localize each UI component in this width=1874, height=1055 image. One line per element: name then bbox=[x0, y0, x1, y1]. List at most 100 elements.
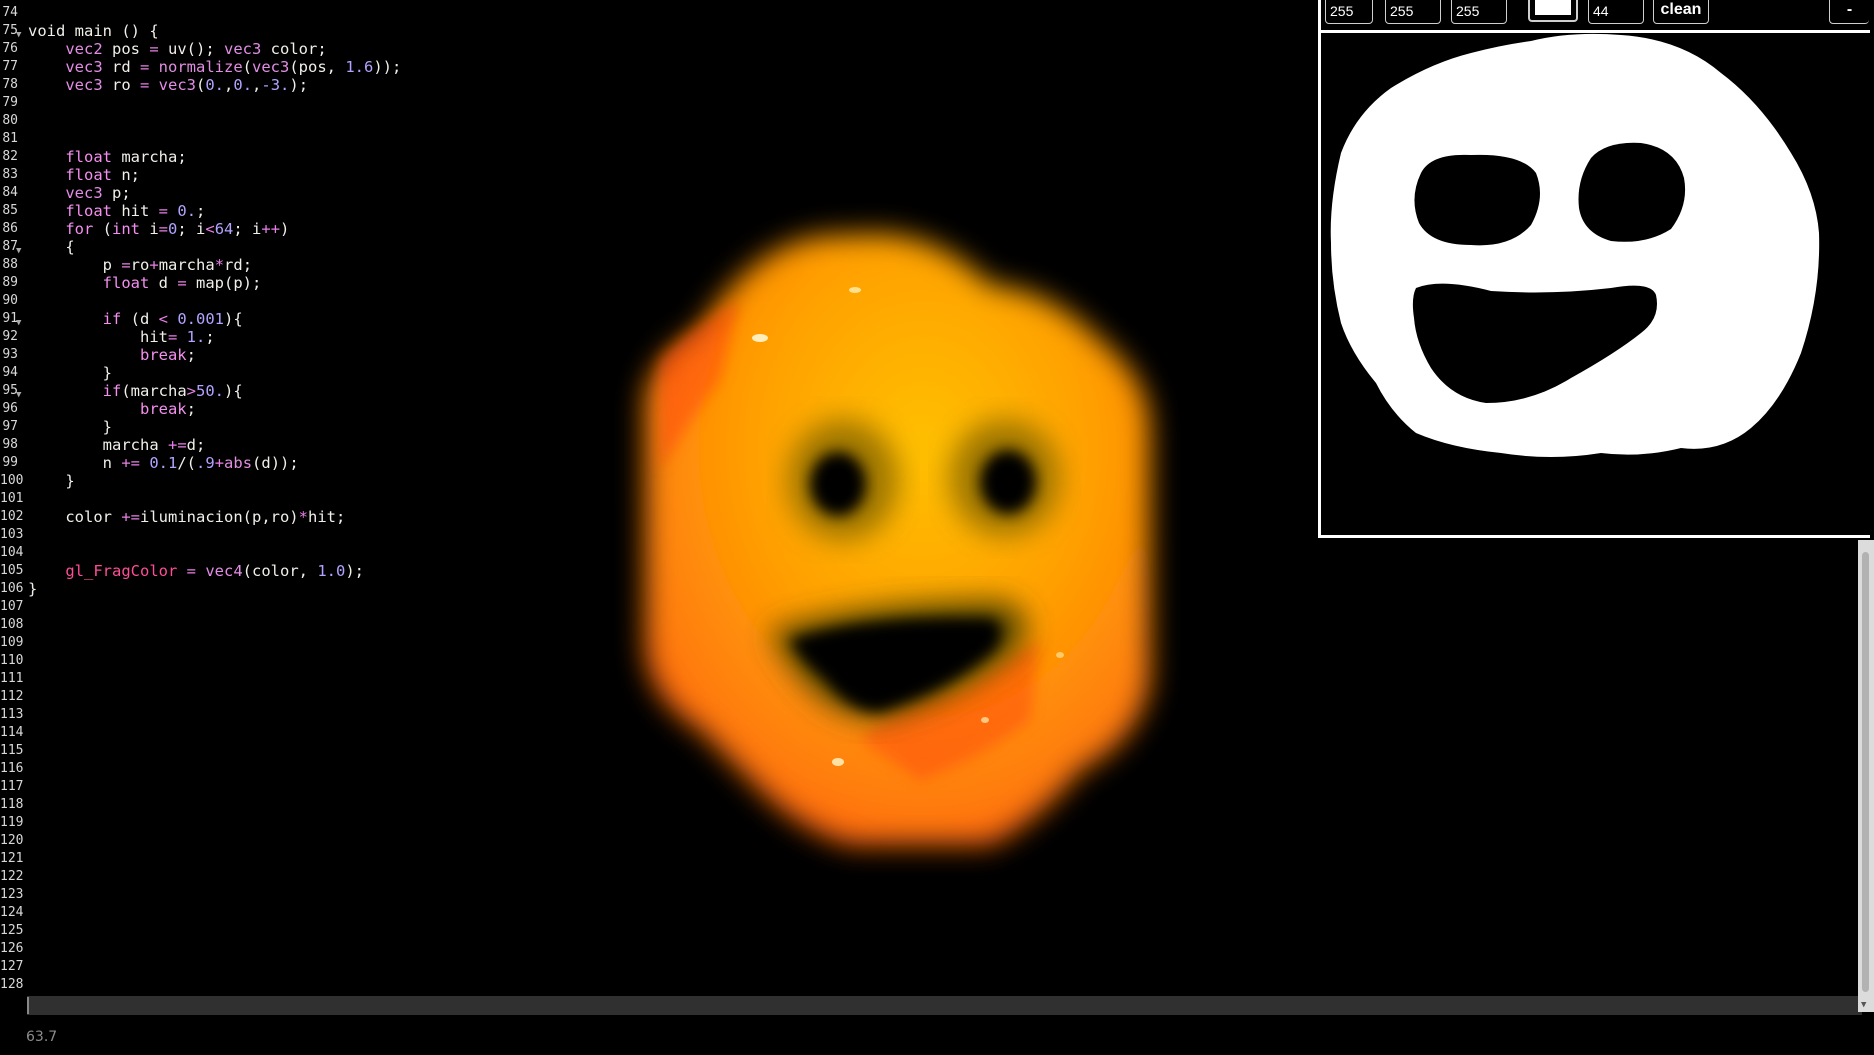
code-line[interactable]: n += 0.1/(.9+abs(d)); bbox=[28, 454, 401, 472]
code-line[interactable]: vec3 ro = vec3(0.,0.,-3.); bbox=[28, 76, 401, 94]
code-line[interactable] bbox=[28, 958, 401, 976]
fold-arrow-icon[interactable]: ▼ bbox=[16, 386, 21, 404]
code-token: , bbox=[252, 76, 262, 94]
code-line[interactable] bbox=[28, 742, 401, 760]
code-line[interactable]: p =ro+marcha*rd; bbox=[28, 256, 401, 274]
code-line[interactable]: float marcha; bbox=[28, 148, 401, 166]
code-line[interactable]: for (int i=0; i<64; i++) bbox=[28, 220, 401, 238]
code-token: p bbox=[28, 256, 122, 274]
code-line[interactable] bbox=[28, 4, 401, 22]
fold-arrow-icon[interactable]: ▼ bbox=[16, 314, 21, 332]
code-line[interactable]: marcha +=d; bbox=[28, 436, 401, 454]
code-token: float bbox=[65, 202, 112, 220]
code-line[interactable] bbox=[28, 544, 401, 562]
code-line[interactable]: if(marcha>50.){ bbox=[28, 382, 401, 400]
code-area[interactable]: void main () { vec2 pos = uv(); vec3 col… bbox=[28, 0, 401, 994]
red-input[interactable]: 255 bbox=[1325, 0, 1373, 24]
code-line[interactable] bbox=[28, 670, 401, 688]
code-line[interactable]: break; bbox=[28, 346, 401, 364]
code-line[interactable] bbox=[28, 652, 401, 670]
command-input-bar[interactable] bbox=[27, 996, 1862, 1015]
line-number: 115 bbox=[0, 743, 24, 758]
code-line[interactable]: float hit = 0.; bbox=[28, 202, 401, 220]
code-line[interactable] bbox=[28, 130, 401, 148]
code-token: void main () { bbox=[28, 22, 159, 40]
code-line[interactable] bbox=[28, 526, 401, 544]
code-token: } bbox=[28, 580, 38, 598]
drawing-canvas[interactable] bbox=[1321, 33, 1870, 535]
line-number: 121 bbox=[0, 851, 24, 866]
code-editor[interactable]: 7374757677787980818283848586878889909192… bbox=[0, 0, 1300, 1010]
code-line[interactable] bbox=[28, 850, 401, 868]
code-token: hit bbox=[28, 328, 168, 346]
code-token: color; bbox=[261, 40, 327, 58]
code-line[interactable] bbox=[28, 616, 401, 634]
code-line[interactable] bbox=[28, 940, 401, 958]
code-line[interactable]: { bbox=[28, 238, 401, 256]
blue-input[interactable]: 255 bbox=[1451, 0, 1507, 24]
code-line[interactable]: float d = map(p); bbox=[28, 274, 401, 292]
drawn-face-shape bbox=[1330, 33, 1820, 457]
clean-button[interactable]: clean bbox=[1653, 0, 1709, 24]
fold-arrow-icon[interactable]: ▼ bbox=[16, 26, 21, 44]
code-line[interactable] bbox=[28, 490, 401, 508]
code-token: -3. bbox=[261, 76, 290, 94]
drawing-panel: 255 255 255 44 clean - bbox=[1318, 0, 1870, 538]
brush-color-picker[interactable] bbox=[1528, 0, 1578, 22]
code-line[interactable]: void main () { bbox=[28, 22, 401, 40]
code-line[interactable]: hit= 1.; bbox=[28, 328, 401, 346]
code-line[interactable] bbox=[28, 760, 401, 778]
code-line[interactable] bbox=[28, 724, 401, 742]
code-line[interactable]: vec3 rd = normalize(vec3(pos, 1.6)); bbox=[28, 58, 401, 76]
code-line[interactable]: if (d < 0.001){ bbox=[28, 310, 401, 328]
code-token: gl_FragColor bbox=[65, 562, 178, 580]
code-line[interactable] bbox=[28, 688, 401, 706]
line-number: 107 bbox=[0, 599, 24, 614]
code-line[interactable]: gl_FragColor = vec4(color, 1.0); bbox=[28, 562, 401, 580]
line-number: 99 bbox=[2, 455, 18, 470]
fold-arrow-icon[interactable]: ▼ bbox=[16, 242, 21, 260]
code-line[interactable]: color +=iluminacion(p,ro)*hit; bbox=[28, 508, 401, 526]
code-line[interactable] bbox=[28, 112, 401, 130]
code-token: ); bbox=[345, 562, 364, 580]
code-token: = bbox=[139, 76, 150, 94]
line-number: 101 bbox=[0, 491, 24, 506]
code-line[interactable] bbox=[28, 706, 401, 724]
green-input[interactable]: 255 bbox=[1385, 0, 1441, 24]
line-number: 78 bbox=[2, 77, 18, 92]
code-line[interactable] bbox=[28, 922, 401, 940]
code-line[interactable] bbox=[28, 886, 401, 904]
editor-scrollbar[interactable]: ▼ bbox=[1858, 540, 1874, 1012]
code-line[interactable]: } bbox=[28, 580, 401, 598]
code-line[interactable]: break; bbox=[28, 400, 401, 418]
code-line[interactable]: } bbox=[28, 418, 401, 436]
code-line[interactable] bbox=[28, 94, 401, 112]
code-line[interactable]: } bbox=[28, 364, 401, 382]
scrollbar-thumb[interactable] bbox=[1862, 552, 1869, 992]
code-line[interactable] bbox=[28, 976, 401, 994]
code-line[interactable] bbox=[28, 904, 401, 922]
code-token: p; bbox=[102, 184, 131, 202]
minimize-button[interactable]: - bbox=[1829, 0, 1869, 24]
code-line[interactable] bbox=[28, 796, 401, 814]
code-line[interactable]: vec2 pos = uv(); vec3 color; bbox=[28, 40, 401, 58]
code-token: , bbox=[224, 76, 234, 94]
code-line[interactable] bbox=[28, 634, 401, 652]
code-token: vec3 bbox=[65, 76, 103, 94]
code-line[interactable]: vec3 p; bbox=[28, 184, 401, 202]
code-line[interactable]: } bbox=[28, 472, 401, 490]
code-line[interactable] bbox=[28, 292, 401, 310]
code-line[interactable] bbox=[28, 598, 401, 616]
code-line[interactable] bbox=[28, 832, 401, 850]
brush-size-input[interactable]: 44 bbox=[1588, 0, 1644, 24]
code-token: ; bbox=[196, 202, 206, 220]
scroll-down-arrow-icon[interactable]: ▼ bbox=[1861, 1000, 1866, 1010]
code-token: )); bbox=[373, 58, 402, 76]
code-line[interactable]: float n; bbox=[28, 166, 401, 184]
code-line[interactable] bbox=[28, 868, 401, 886]
code-line[interactable] bbox=[28, 814, 401, 832]
code-line[interactable] bbox=[28, 778, 401, 796]
